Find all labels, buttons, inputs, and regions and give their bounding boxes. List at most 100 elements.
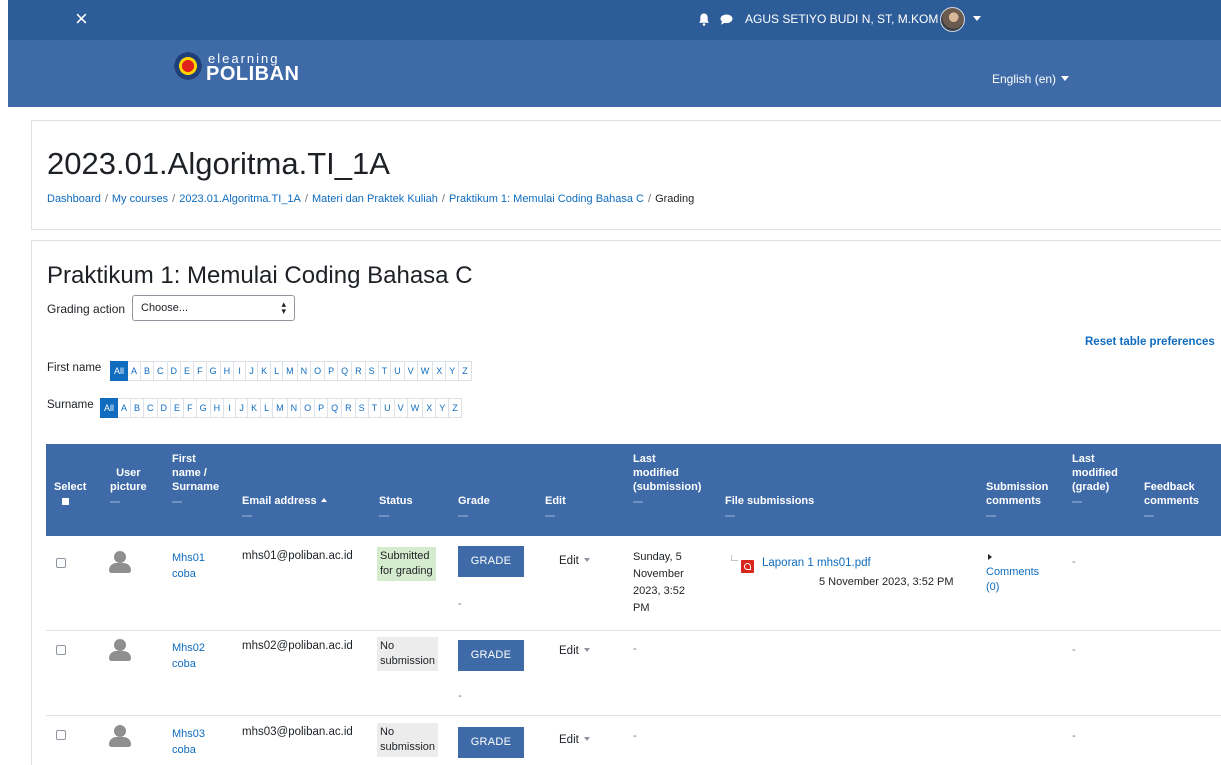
chat-icon[interactable] (720, 14, 733, 25)
first-name-initial-m[interactable]: M (283, 361, 298, 381)
surname-initial-i[interactable]: I (224, 398, 237, 418)
first-name-initial-p[interactable]: P (325, 361, 339, 381)
student-name-link[interactable]: Mhs01 coba (172, 550, 205, 582)
first-name-initial-a[interactable]: A (128, 361, 142, 381)
surname-initial-a[interactable]: A (118, 398, 132, 418)
th-hide-icon[interactable] (1072, 501, 1082, 503)
first-name-initial-c[interactable]: C (154, 361, 168, 381)
row-select-checkbox[interactable] (56, 558, 66, 568)
grade-button[interactable]: GRADE (458, 727, 524, 758)
user-avatar[interactable] (940, 7, 965, 32)
first-name-initial-e[interactable]: E (181, 361, 195, 381)
select-all-checkbox[interactable] (62, 498, 69, 505)
student-name-link[interactable]: Mhs03 coba (172, 726, 205, 758)
first-name-initial-g[interactable]: G (206, 361, 221, 381)
th-first-name[interactable]: First name / Surname (172, 452, 219, 503)
grading-action-select[interactable]: Choose... ▴ ▾ (132, 295, 295, 321)
surname-initial-y[interactable]: Y (436, 398, 450, 418)
th-hide-icon[interactable] (986, 515, 996, 517)
first-name-initial-r[interactable]: R (352, 361, 366, 381)
breadcrumb-dashboard[interactable]: Dashboard (47, 193, 101, 205)
edit-menu[interactable]: Edit (559, 645, 590, 657)
first-name-initial-l[interactable]: L (271, 361, 284, 381)
surname-initial-u[interactable]: U (381, 398, 395, 418)
th-hide-icon[interactable] (110, 501, 120, 503)
surname-initial-o[interactable]: O (301, 398, 316, 418)
poliban-logo-emblem[interactable] (174, 52, 202, 80)
breadcrumb-course[interactable]: 2023.01.Algoritma.TI_1A (179, 193, 301, 205)
submission-comments-toggle[interactable]: Comments (0) (986, 550, 1039, 595)
first-name-initial-b[interactable]: B (141, 361, 155, 381)
first-name-initial-v[interactable]: V (404, 361, 418, 381)
th-grade[interactable]: Grade (458, 494, 490, 517)
surname-initial-x[interactable]: X (423, 398, 437, 418)
first-name-initial-x[interactable]: X (433, 361, 447, 381)
first-name-initial-f[interactable]: F (194, 361, 207, 381)
row-select-checkbox[interactable] (56, 730, 66, 740)
first-name-initial-t[interactable]: T (378, 361, 392, 381)
language-menu[interactable]: English (en) (992, 72, 1070, 86)
th-hide-icon[interactable] (545, 515, 555, 517)
surname-initial-w[interactable]: W (407, 398, 424, 418)
surname-initial-r[interactable]: R (342, 398, 356, 418)
surname-initial-j[interactable]: J (236, 398, 249, 418)
reset-table-preferences-link[interactable]: Reset table preferences (1085, 336, 1215, 348)
user-picture[interactable] (109, 551, 131, 573)
first-name-initial-u[interactable]: U (391, 361, 405, 381)
th-hide-icon[interactable] (379, 515, 389, 517)
surname-initial-all[interactable]: All (100, 398, 119, 418)
breadcrumb-section[interactable]: Materi dan Praktek Kuliah (312, 193, 438, 205)
first-name-initial-d[interactable]: D (167, 361, 182, 381)
surname-initial-f[interactable]: F (184, 398, 197, 418)
edit-menu[interactable]: Edit (559, 734, 590, 746)
th-hide-icon[interactable] (633, 501, 643, 503)
th-hide-icon[interactable] (458, 515, 468, 517)
surname-initial-q[interactable]: Q (328, 398, 343, 418)
th-hide-icon[interactable] (172, 501, 182, 503)
user-menu-name[interactable]: AGUS SETIYO BUDI N, ST, M.KOM (745, 12, 938, 26)
surname-initial-n[interactable]: N (287, 398, 302, 418)
first-name-initial-q[interactable]: Q (338, 361, 353, 381)
file-submission-link[interactable]: Laporan 1 mhs01.pdf (762, 557, 871, 569)
surname-initial-d[interactable]: D (157, 398, 172, 418)
th-email[interactable]: Email address (242, 494, 327, 517)
user-picture[interactable] (109, 725, 131, 747)
surname-initial-v[interactable]: V (394, 398, 408, 418)
surname-initial-z[interactable]: Z (449, 398, 462, 418)
first-name-initial-all[interactable]: All (110, 361, 129, 381)
surname-initial-s[interactable]: S (355, 398, 369, 418)
surname-initial-p[interactable]: P (315, 398, 329, 418)
first-name-initial-w[interactable]: W (417, 361, 434, 381)
th-last-modified-submission[interactable]: Last modified (submission) (633, 452, 701, 503)
surname-initial-c[interactable]: C (144, 398, 158, 418)
chevron-down-icon[interactable] (973, 16, 981, 21)
first-name-initial-i[interactable]: I (234, 361, 247, 381)
student-name-link[interactable]: Mhs02 coba (172, 640, 205, 672)
close-icon[interactable]: × (75, 8, 88, 30)
row-select-checkbox[interactable] (56, 645, 66, 655)
grade-button[interactable]: GRADE (458, 640, 524, 671)
logo-text-big[interactable]: POLIBAN (206, 63, 300, 86)
first-name-initial-k[interactable]: K (258, 361, 272, 381)
th-status[interactable]: Status (379, 494, 413, 517)
th-hide-icon[interactable] (242, 515, 252, 517)
surname-initial-b[interactable]: B (131, 398, 145, 418)
th-hide-icon[interactable] (1144, 515, 1154, 517)
first-name-initial-s[interactable]: S (365, 361, 379, 381)
breadcrumb-my-courses[interactable]: My courses (112, 193, 168, 205)
first-name-initial-y[interactable]: Y (446, 361, 460, 381)
surname-initial-h[interactable]: H (210, 398, 225, 418)
surname-initial-g[interactable]: G (196, 398, 211, 418)
breadcrumb-activity[interactable]: Praktikum 1: Memulai Coding Bahasa C (449, 193, 644, 205)
surname-initial-t[interactable]: T (368, 398, 382, 418)
first-name-initial-j[interactable]: J (246, 361, 259, 381)
bell-icon[interactable] (698, 13, 710, 26)
surname-initial-k[interactable]: K (248, 398, 262, 418)
th-last-modified-grade[interactable]: Last modified (grade) (1072, 452, 1118, 503)
user-picture[interactable] (109, 639, 131, 661)
first-name-initial-n[interactable]: N (297, 361, 312, 381)
grade-button[interactable]: GRADE (458, 546, 524, 577)
surname-initial-l[interactable]: L (261, 398, 274, 418)
first-name-initial-o[interactable]: O (311, 361, 326, 381)
edit-menu[interactable]: Edit (559, 555, 590, 567)
